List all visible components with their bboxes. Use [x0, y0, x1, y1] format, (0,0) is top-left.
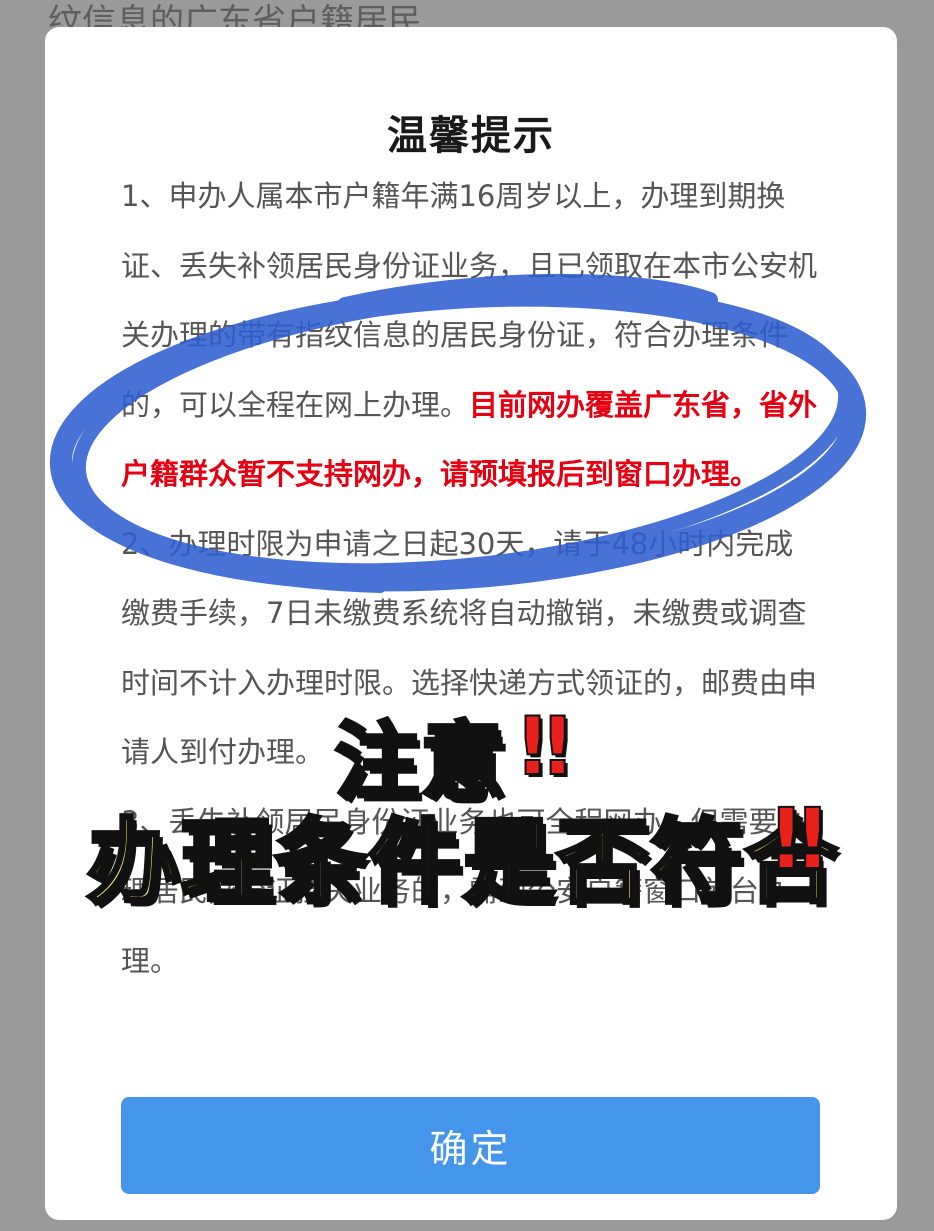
condition-check-sticker: 办理条件是否符合	[85, 807, 840, 918]
warm-tip-dialog: 温馨提示 1、申办人属本市户籍年满16周岁以上，办理到期换证、丢失补领居民身份证…	[45, 27, 897, 1220]
notice-item-1: 1、申办人属本市户籍年满16周岁以上，办理到期换证、丢失补领居民身份证业务，且已…	[121, 162, 821, 510]
double-exclamation-icon-2: ‼	[772, 789, 827, 889]
confirm-button[interactable]: 确定	[121, 1097, 820, 1194]
dialog-title: 温馨提示	[387, 113, 555, 159]
double-exclamation-icon: ‼	[519, 699, 571, 794]
notice-item-1-text: 1、申办人属本市户籍年满16周岁以上，办理到期换证、丢失补领居民身份证业务，且已…	[121, 179, 818, 422]
